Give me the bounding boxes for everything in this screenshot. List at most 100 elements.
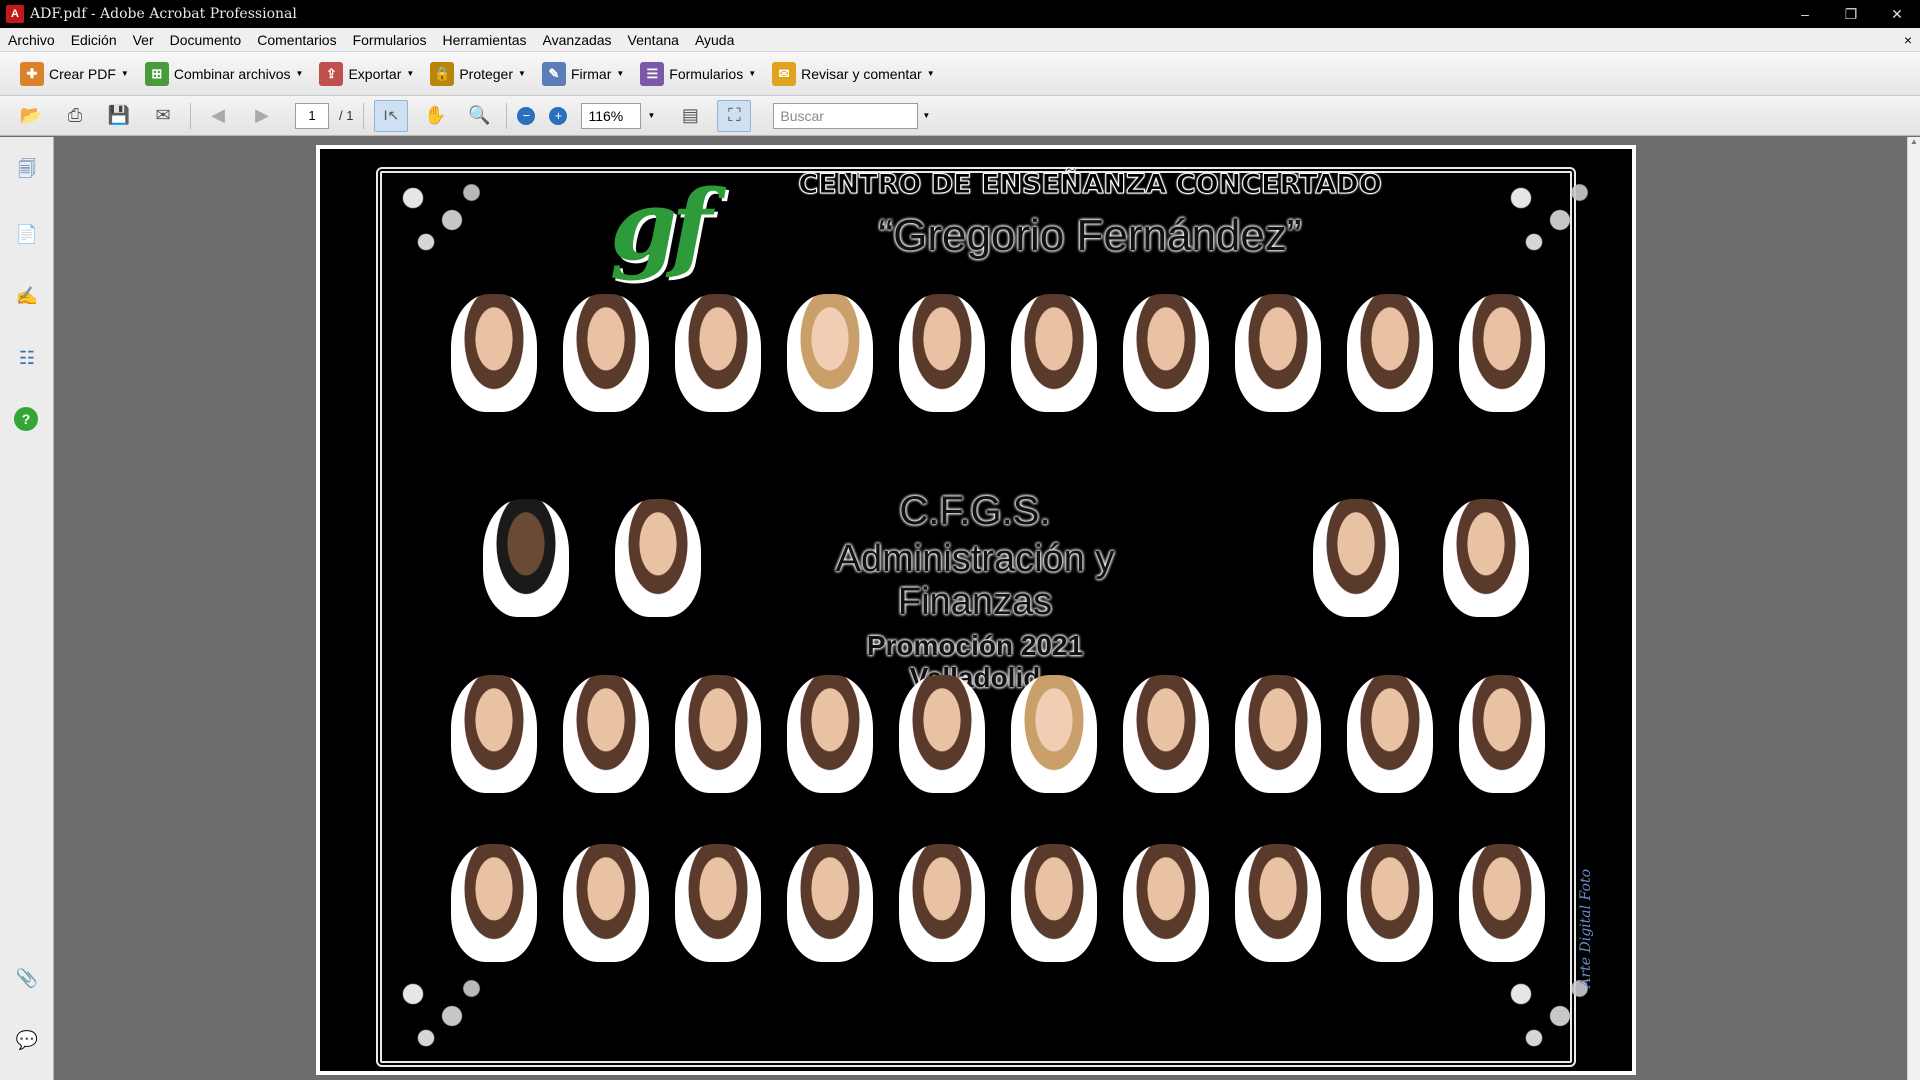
marquee-zoom-button[interactable]: 🔍 (462, 100, 496, 132)
portrait (558, 675, 654, 793)
fit-width-button[interactable]: ▤ (673, 100, 707, 132)
help-icon[interactable]: ? (14, 407, 38, 431)
save-button[interactable]: 💾 (102, 100, 136, 132)
page-number-input[interactable]: 1 (295, 102, 329, 129)
hand-tool-button[interactable]: ✋ (418, 100, 452, 132)
pdf-page: gf CENTRO DE ENSEÑANZA CONCERTADO “Grego… (316, 145, 1636, 1075)
separator (190, 102, 191, 129)
separator (506, 102, 508, 129)
portrait (478, 499, 574, 617)
portrait (1454, 844, 1550, 962)
portrait-photo (1123, 294, 1209, 412)
vertical-scrollbar[interactable]: ▲ (1907, 137, 1920, 1080)
page-total: / 1 (339, 108, 354, 123)
menu-documento[interactable]: Documento (162, 28, 250, 52)
paperclip-icon[interactable]: 📎 (14, 965, 40, 991)
scroll-up-icon[interactable]: ▲ (1908, 137, 1920, 151)
forms-label: Formularios (669, 65, 744, 82)
zoom-level-input[interactable]: 116% (581, 102, 642, 129)
menu-comentarios[interactable]: Comentarios (249, 28, 344, 52)
portrait-photo (1011, 844, 1097, 962)
portrait-photo (563, 294, 649, 412)
fit-page-button[interactable]: ⛶ (717, 99, 752, 132)
zoom-in-button[interactable]: + (549, 106, 568, 125)
comment-icon: ✉ (772, 61, 797, 86)
pages-icon[interactable]: 🗐 (14, 159, 40, 185)
navigation-pane: 🗐 📄 ✍ ☷ ? 📎 💬 (0, 137, 54, 1080)
save-icon: 💾 (107, 105, 131, 125)
previous-page-button[interactable]: ◀ (201, 100, 235, 132)
portrait-photo (1347, 675, 1433, 793)
portrait (446, 675, 542, 793)
portrait (1230, 294, 1326, 412)
portrait-photo (615, 499, 701, 617)
export-label: Exportar (348, 65, 402, 82)
comments-icon[interactable]: 💬 (14, 1027, 40, 1053)
arrow-left-icon: ◀ (211, 105, 225, 125)
combine-files-label: Combinar archivos (173, 65, 291, 82)
pen-icon: ✎ (541, 61, 566, 86)
arrow-right-icon: ▶ (255, 105, 269, 125)
attachments-pages-icon[interactable]: 📄 (14, 221, 40, 247)
maximize-button[interactable]: ❐ (1828, 0, 1874, 28)
create-pdf-icon: ✚ (20, 61, 44, 86)
portrait (1230, 675, 1326, 793)
protect-button[interactable]: 🔒 Proteger ▼ (426, 57, 534, 91)
search-input[interactable]: Buscar (773, 102, 919, 129)
email-button[interactable]: ✉ (146, 100, 180, 132)
forms-button[interactable]: ☰ Formularios ▼ (636, 57, 764, 91)
title-bar: A ADF.pdf - Adobe Acrobat Professional –… (0, 0, 1920, 28)
frame-corner-ornament (1482, 165, 1612, 275)
portrait (782, 294, 878, 412)
portrait (670, 675, 766, 793)
sign-button[interactable]: ✎ Firmar ▼ (538, 57, 632, 91)
create-pdf-button[interactable]: ✚ Crear PDF ▼ (16, 57, 137, 91)
document-close-button[interactable]: × (1896, 32, 1920, 48)
folder-icon: 📂 (19, 105, 43, 125)
menu-herramientas[interactable]: Herramientas (435, 28, 535, 52)
menu-ventana[interactable]: Ventana (620, 28, 687, 52)
open-folder-button[interactable]: 📂 (14, 100, 48, 132)
portrait-photo (675, 294, 761, 412)
sign-label: Firmar (570, 65, 612, 82)
next-page-button[interactable]: ▶ (245, 100, 279, 132)
chevron-down-icon: ▼ (518, 69, 526, 78)
menu-ver[interactable]: Ver (125, 28, 162, 52)
chevron-down-icon: ▼ (295, 69, 304, 78)
close-button[interactable]: ✕ (1874, 0, 1920, 28)
menu-avanzadas[interactable]: Avanzadas (535, 28, 620, 52)
protect-label: Proteger (459, 65, 514, 82)
school-name: “Gregorio Fernández” (878, 211, 1302, 260)
review-comment-label: Revisar y comentar (801, 65, 922, 82)
export-icon: ⇪ (319, 61, 344, 86)
portrait (782, 675, 878, 793)
minimize-button[interactable]: – (1782, 0, 1828, 28)
portrait-photo (1235, 844, 1321, 962)
review-comment-button[interactable]: ✉ Revisar y comentar ▼ (768, 57, 943, 91)
menu-edicion[interactable]: Edición (63, 28, 125, 52)
portrait-photo (675, 675, 761, 793)
menu-formularios[interactable]: Formularios (345, 28, 435, 52)
portrait-photo (1459, 844, 1545, 962)
portrait (670, 294, 766, 412)
forms-icon: ☰ (640, 61, 665, 86)
portrait (558, 294, 654, 412)
portrait (1342, 844, 1438, 962)
menu-ayuda[interactable]: Ayuda (687, 28, 742, 52)
bookmarks-icon[interactable]: ☷ (14, 345, 40, 371)
frame-corner-ornament (374, 165, 504, 275)
menu-archivo[interactable]: Archivo (0, 28, 63, 52)
school-heading: CENTRO DE ENSEÑANZA CONCERTADO (798, 169, 1382, 201)
pdf-icon: A (6, 5, 24, 23)
combine-files-button[interactable]: ⊞ Combinar archivos ▼ (141, 57, 312, 91)
chevron-down-icon: ▼ (406, 69, 415, 78)
signatures-icon[interactable]: ✍ (14, 283, 40, 309)
export-button[interactable]: ⇪ Exportar ▼ (315, 57, 422, 91)
portrait-photo (451, 294, 537, 412)
print-button[interactable]: ⎙ (58, 100, 92, 132)
chevron-down-icon[interactable]: ▼ (922, 111, 930, 120)
select-tool-button[interactable]: I↖ (374, 99, 409, 132)
zoom-out-button[interactable]: − (517, 106, 536, 125)
chevron-down-icon[interactable]: ▼ (647, 111, 655, 120)
portrait-photo (1011, 675, 1097, 793)
